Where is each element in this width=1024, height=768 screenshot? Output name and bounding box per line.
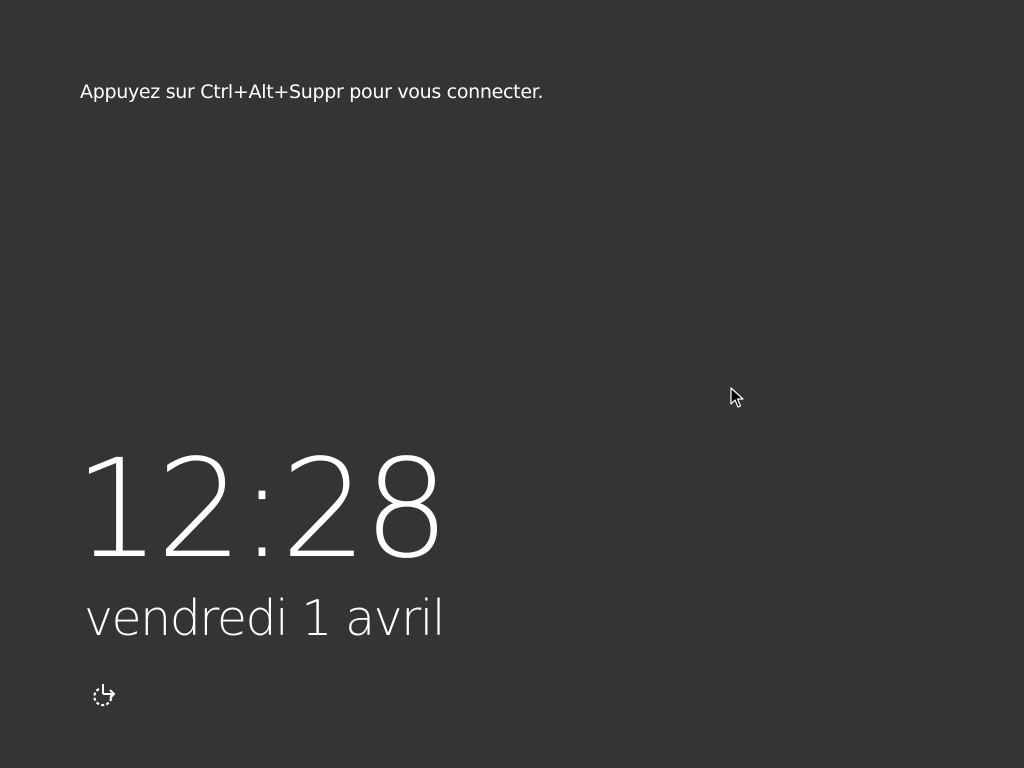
ease-of-access-icon: [93, 684, 116, 707]
ease-of-access-button[interactable]: [89, 681, 119, 709]
lock-screen[interactable]: Appuyez sur Ctrl+Alt+Suppr pour vous con…: [0, 0, 1024, 768]
mouse-pointer-icon: [730, 387, 744, 408]
clock-time: 12:28: [74, 431, 450, 589]
sign-in-prompt: Appuyez sur Ctrl+Alt+Suppr pour vous con…: [80, 81, 544, 103]
clock-date: vendredi 1 avril: [84, 590, 445, 647]
